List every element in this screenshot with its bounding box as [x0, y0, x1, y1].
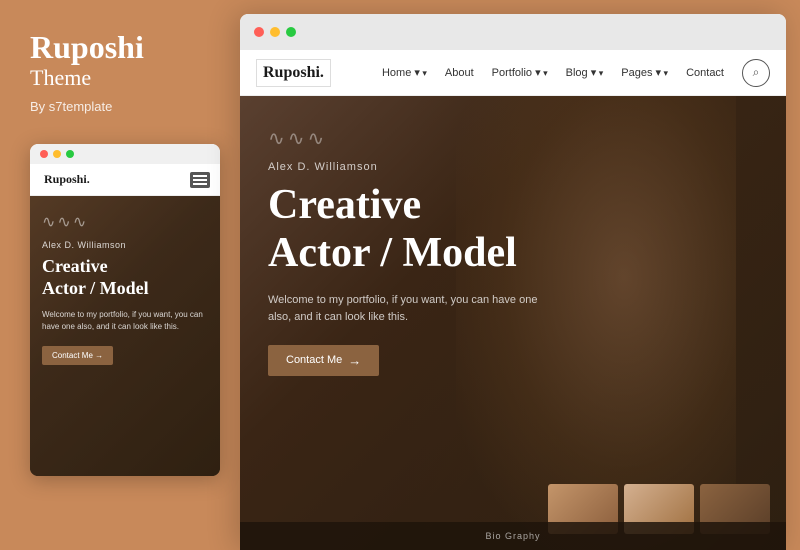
mobile-cta-arrow: →	[95, 351, 103, 360]
hamburger-line-3	[193, 183, 207, 185]
desktop-dot-green	[286, 27, 296, 37]
mobile-dot-yellow	[53, 150, 61, 158]
search-button[interactable]: ⌕	[742, 59, 770, 87]
mobile-hero-name: Alex D. Williamson	[42, 240, 208, 250]
theme-author: By s7template	[30, 99, 220, 114]
desktop-nav: Ruposhi. Home ▾ About Portfolio ▾ Blog ▾…	[240, 50, 786, 96]
mobile-hero-title-line1: Creative	[42, 256, 108, 276]
desktop-hero-name: Alex D. Williamson	[268, 161, 758, 173]
nav-link-portfolio[interactable]: Portfolio ▾	[492, 66, 548, 79]
theme-title: Ruposhi	[30, 30, 220, 65]
left-panel: Ruposhi Theme By s7template Ruposhi. ∿∿∿…	[0, 0, 240, 550]
desktop-hero-content: ∿∿∿ Alex D. Williamson Creative Actor / …	[240, 96, 786, 406]
hamburger-line-2	[193, 179, 207, 181]
desktop-hero-title: Creative Actor / Model	[268, 181, 758, 278]
hamburger-icon[interactable]	[190, 172, 210, 188]
mobile-hero-title-line2: Actor / Model	[42, 278, 149, 298]
desktop-hero-description: Welcome to my portfolio, if you want, yo…	[268, 292, 548, 327]
desktop-nav-links: Home ▾ About Portfolio ▾ Blog ▾ Pages ▾ …	[382, 59, 770, 87]
desktop-cta-arrow: →	[348, 353, 361, 368]
mobile-dot-green	[66, 150, 74, 158]
mobile-preview: Ruposhi. ∿∿∿ Alex D. Williamson Creative…	[30, 144, 220, 476]
nav-link-blog[interactable]: Blog ▾	[566, 66, 604, 79]
desktop-cta-label: Contact Me	[286, 354, 342, 366]
desktop-wave-decoration: ∿∿∿	[268, 126, 758, 151]
nav-link-contact[interactable]: Contact	[686, 67, 724, 79]
desktop-logo: Ruposhi.	[256, 59, 331, 87]
hamburger-line-1	[193, 175, 207, 177]
desktop-dot-red	[254, 27, 264, 37]
nav-link-about[interactable]: About	[445, 67, 474, 79]
desktop-dot-yellow	[270, 27, 280, 37]
desktop-preview: Ruposhi. Home ▾ About Portfolio ▾ Blog ▾…	[240, 14, 786, 550]
mobile-hero: ∿∿∿ Alex D. Williamson Creative Actor / …	[30, 196, 220, 476]
search-icon: ⌕	[753, 65, 760, 80]
desktop-browser-bar	[240, 14, 786, 50]
desktop-footer-bar: Bio Graphy	[240, 522, 786, 550]
mobile-nav: Ruposhi.	[30, 164, 220, 196]
mobile-hero-content: ∿∿∿ Alex D. Williamson Creative Actor / …	[42, 212, 208, 365]
mobile-wave-decoration: ∿∿∿	[42, 212, 208, 232]
nav-link-home[interactable]: Home ▾	[382, 66, 427, 79]
desktop-hero-title-line1: Creative	[268, 182, 421, 228]
mobile-browser-bar	[30, 144, 220, 164]
mobile-cta-button[interactable]: Contact Me →	[42, 346, 113, 365]
desktop-cta-button[interactable]: Contact Me →	[268, 345, 379, 376]
footer-text: Bio Graphy	[485, 531, 540, 541]
desktop-hero-title-line2: Actor / Model	[268, 230, 517, 276]
mobile-hero-title: Creative Actor / Model	[42, 256, 208, 299]
mobile-dot-red	[40, 150, 48, 158]
theme-subtitle: Theme	[30, 65, 220, 91]
mobile-logo: Ruposhi.	[40, 170, 94, 189]
mobile-hero-description: Welcome to my portfolio, if you want, yo…	[42, 309, 208, 333]
nav-link-pages[interactable]: Pages ▾	[621, 66, 668, 79]
mobile-cta-label: Contact Me	[52, 351, 93, 360]
desktop-hero: ∿∿∿ Alex D. Williamson Creative Actor / …	[240, 96, 786, 550]
